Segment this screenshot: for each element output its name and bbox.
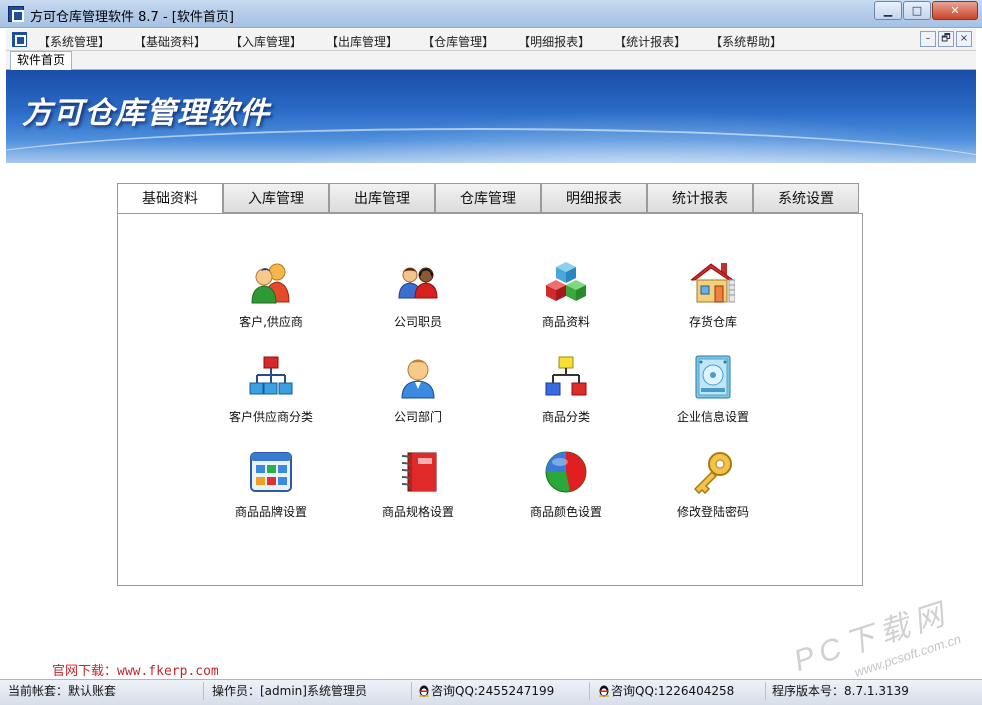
tab-inbound[interactable]: 入库管理 [223,183,329,213]
menu-inbound[interactable]: 【入库管理】 [230,33,302,50]
color-pie-icon [545,451,587,493]
department-person-icon [401,359,435,399]
department-item[interactable]: 公司部门 [343,355,493,435]
status-bar: 当前帐套：默认账套 操作员：[admin]系统管理员 咨询QQ:24552471… [0,679,982,705]
qq-penguin-icon [419,685,429,697]
mdi-minimize-button[interactable]: – [920,31,936,47]
customers-supplier-icon [251,263,290,304]
item-label: 客户供应商分类 [228,410,313,424]
window-controls: ▁ □ ✕ [873,1,978,20]
status-account: 当前帐套：默认账套 [4,682,204,700]
warehouse-item[interactable]: 存货仓库 [638,260,788,340]
item-label: 存货仓库 [688,315,737,329]
item-label: 商品资料 [541,315,590,329]
menu-system-management[interactable]: 【系统管理】 [38,33,110,50]
org-tree-blue-icon [249,356,293,395]
doc-tab-home[interactable]: 软件首页 [10,51,73,70]
item-label: 修改登陆密码 [676,505,749,519]
main-content: 基础资料 入库管理 出库管理 仓库管理 明细报表 统计报表 系统设置 客户,供应… [6,163,976,679]
mdi-controls: – 🗗 × [918,31,972,47]
menu-warehouse[interactable]: 【仓库管理】 [422,33,494,50]
org-tree-color-icon [545,356,587,396]
header-banner: 方可仓库管理软件 [6,70,976,163]
banner-title: 方可仓库管理软件 [22,96,270,131]
change-password-item[interactable]: 修改登陆密码 [638,450,788,530]
brand-settings-item[interactable]: 商品品牌设置 [196,450,346,530]
mdi-close-button[interactable]: × [956,31,972,47]
basic-data-panel: 客户,供应商 公司职员 商品资料 存货仓库 客户供应商分类 公司部门 商品分类 … [117,213,863,586]
key-icon [693,452,732,494]
status-qq2: 咨询QQ:1226404258 [611,684,735,698]
product-category-item[interactable]: 商品分类 [491,355,641,435]
tab-system-settings[interactable]: 系统设置 [753,183,859,213]
menu-items: 【系统管理】 【基础资料】 【入库管理】 【出库管理】 【仓库管理】 【明细报表… [38,33,806,50]
minimize-button[interactable]: ▁ [874,1,902,20]
item-label: 商品颜色设置 [529,505,602,519]
staff-icon [398,267,438,299]
color-settings-item[interactable]: 商品颜色设置 [491,450,641,530]
item-label: 公司部门 [393,410,442,424]
tab-statistics[interactable]: 统计报表 [647,183,753,213]
red-notebook-icon [401,452,437,492]
title-bar: 方可仓库管理软件 8.7 - [软件首页] ▁ □ ✕ [0,0,982,28]
menu-statistics[interactable]: 【统计报表】 [614,33,686,50]
item-label: 商品规格设置 [381,505,454,519]
maximize-button[interactable]: □ [903,1,931,20]
spec-settings-item[interactable]: 商品规格设置 [343,450,493,530]
item-label: 商品品牌设置 [234,505,307,519]
tab-warehouse[interactable]: 仓库管理 [435,183,541,213]
status-operator: 操作员：[admin]系统管理员 [208,682,412,700]
menu-detail-reports[interactable]: 【明细报表】 [518,33,590,50]
qq-penguin-icon [599,685,609,697]
app-window-icon [250,452,292,492]
item-label: 商品分类 [541,410,590,424]
status-qq2-cell[interactable]: 咨询QQ:1226404258 [594,682,766,700]
warehouse-house-icon [691,263,735,303]
customer-supplier-category-item[interactable]: 客户供应商分类 [196,355,346,435]
app-icon[interactable] [8,6,24,22]
cubes-icon [546,262,586,301]
mdi-restore-button[interactable]: 🗗 [938,31,954,47]
staff-item[interactable]: 公司职员 [343,260,493,340]
website-link[interactable]: 官网下载：www.fkerp.com [52,660,219,679]
module-tabs: 基础资料 入库管理 出库管理 仓库管理 明细报表 统计报表 系统设置 [117,183,859,214]
status-qq1-cell[interactable]: 咨询QQ:2455247199 [414,682,590,700]
mdi-system-icon[interactable] [12,32,27,47]
function-grid: 客户,供应商 公司职员 商品资料 存货仓库 客户供应商分类 公司部门 商品分类 … [118,214,862,585]
menu-help[interactable]: 【系统帮助】 [710,33,782,50]
status-version: 程序版本号：8.7.1.3139 [772,684,909,698]
item-label: 客户,供应商 [239,315,303,329]
hard-disk-icon [695,355,731,399]
status-qq1: 咨询QQ:2455247199 [431,684,555,698]
item-label: 企业信息设置 [676,410,749,424]
customers-suppliers-item[interactable]: 客户,供应商 [196,260,346,340]
document-tab-strip: 软件首页 [6,51,976,70]
product-data-item[interactable]: 商品资料 [491,260,641,340]
company-info-item[interactable]: 企业信息设置 [638,355,788,435]
menu-bar: 【系统管理】 【基础资料】 【入库管理】 【出库管理】 【仓库管理】 【明细报表… [6,29,976,51]
tab-detail-reports[interactable]: 明细报表 [541,183,647,213]
tab-basic-data[interactable]: 基础资料 [117,183,223,214]
window-title: 方可仓库管理软件 8.7 - [软件首页] [30,10,234,25]
close-button[interactable]: ✕ [932,1,978,20]
tab-outbound[interactable]: 出库管理 [329,183,435,213]
menu-outbound[interactable]: 【出库管理】 [326,33,398,50]
menu-basic-data[interactable]: 【基础资料】 [134,33,206,50]
item-label: 公司职员 [393,315,442,329]
